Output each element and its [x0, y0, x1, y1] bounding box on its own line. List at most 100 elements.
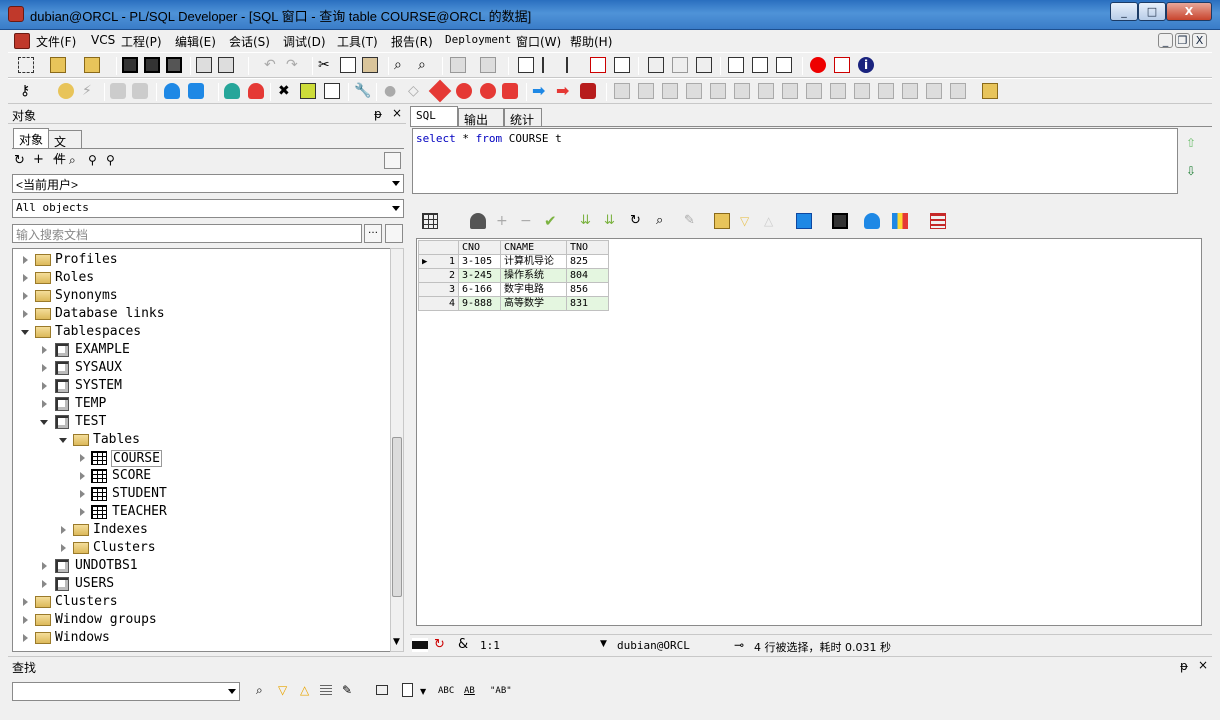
table-row[interactable]: ▶ 1 3-105 计算机导论 825 — [418, 254, 609, 269]
back-icon[interactable] — [450, 57, 466, 73]
export-icon[interactable] — [832, 213, 848, 229]
sql-alt-icon[interactable] — [672, 57, 688, 73]
breakpoint-icon[interactable] — [480, 83, 496, 99]
sql-db-icon[interactable] — [188, 83, 204, 99]
menu-window[interactable]: 窗口(W) — [516, 33, 561, 50]
cell-tno[interactable]: 825 — [566, 254, 609, 269]
find-next-icon[interactable]: ▽ — [278, 683, 287, 697]
menu-reports[interactable]: 报告(R) — [391, 33, 433, 50]
user-combo[interactable]: <当前用户> — [12, 174, 404, 193]
step-right-icon[interactable]: ➡ — [532, 83, 548, 99]
print-icon[interactable] — [196, 57, 212, 73]
info-icon[interactable]: i — [858, 57, 874, 73]
whole-word-toggle[interactable]: AB — [464, 686, 475, 696]
pdf-icon[interactable] — [834, 57, 850, 73]
eraser-icon[interactable]: ✎ — [342, 683, 352, 697]
comment-icon[interactable] — [590, 57, 606, 73]
sql-editor[interactable]: select * from COURSE t — [412, 128, 1178, 194]
table-row[interactable]: 3 6-166 数字电路 856 — [418, 282, 609, 297]
tab-sql[interactable]: SQL — [410, 106, 458, 126]
minimize-button[interactable]: _ — [1110, 2, 1138, 21]
column-header-cno[interactable]: CNO — [458, 240, 501, 255]
search-options-button[interactable]: … — [364, 224, 382, 243]
menu-help[interactable]: 帮助(H) — [570, 33, 612, 50]
conn-dropdown-icon[interactable]: ▼ — [600, 639, 607, 649]
find-doc-icon[interactable] — [402, 683, 413, 697]
key-icon[interactable]: ⚷ — [20, 83, 36, 99]
wrench-icon[interactable]: 🔧 — [354, 83, 371, 99]
sql-icon[interactable] — [648, 57, 664, 73]
grid-db-icon[interactable] — [864, 213, 880, 229]
refresh-query-icon[interactable]: ↻ — [630, 213, 646, 229]
tile-icon[interactable] — [752, 57, 768, 73]
scroll-down-icon[interactable]: ▼ — [393, 637, 400, 647]
pin-icon[interactable]: ᵽ — [374, 107, 382, 121]
cell-cno[interactable]: 3-105 — [458, 254, 501, 269]
find-icon[interactable]: ⌕ — [394, 57, 410, 73]
redo-icon[interactable]: ↷ — [286, 57, 302, 73]
cell-cname[interactable]: 计算机导论 — [500, 254, 567, 269]
grid-view-icon[interactable] — [422, 213, 438, 229]
panel-close-icon[interactable]: × — [392, 106, 402, 120]
connect-icon[interactable] — [224, 83, 240, 99]
find-close-icon[interactable]: × — [1198, 658, 1208, 672]
disconnect-icon[interactable] — [248, 83, 264, 99]
cell-cname[interactable]: 操作系统 — [500, 268, 567, 283]
save-all-icon[interactable] — [166, 57, 182, 73]
query-by-example-icon[interactable] — [714, 213, 730, 229]
tab-files[interactable]: 文件 — [48, 130, 82, 166]
result-grid[interactable]: CNO CNAME TNO ▶ 1 3-105 计算机导论 825 2 3-245… — [416, 238, 1202, 626]
windows-icon[interactable] — [728, 57, 744, 73]
table-export-icon[interactable] — [930, 213, 946, 229]
mdi-restore-button[interactable]: ❐ — [1175, 33, 1190, 48]
open-icon[interactable] — [50, 57, 66, 73]
connection-label[interactable]: dubian@ORCL — [617, 639, 690, 652]
menu-file[interactable]: 文件(F) — [36, 33, 76, 50]
report-icon[interactable] — [300, 83, 316, 99]
oracle-icon[interactable] — [810, 57, 826, 73]
column-header-cname[interactable]: CNAME — [500, 240, 567, 255]
edit-break-icon[interactable] — [502, 83, 518, 99]
remove-icon[interactable]: − — [52, 152, 63, 167]
add-icon[interactable]: + — [33, 152, 44, 167]
search-doc-button[interactable] — [385, 224, 403, 243]
menu-edit[interactable]: 编辑(E) — [175, 33, 216, 50]
single-record-icon[interactable] — [796, 213, 812, 229]
menu-vcs[interactable]: VCS — [91, 33, 115, 47]
cell-cno[interactable]: 9-888 — [458, 296, 501, 311]
object-filter-combo[interactable]: All objects — [12, 199, 404, 218]
tab-output[interactable]: 输出 — [458, 108, 504, 127]
replace-icon[interactable]: ⌕ — [418, 57, 434, 73]
db-icon[interactable] — [164, 83, 180, 99]
unindent-icon[interactable] — [566, 57, 582, 73]
doc-icon-2[interactable] — [324, 83, 340, 99]
undo-icon[interactable]: ↶ — [264, 57, 280, 73]
column-header-tno[interactable]: TNO — [566, 240, 609, 255]
find-window-icon[interactable] — [376, 685, 388, 695]
fetch-next-icon[interactable]: ⇊ — [580, 213, 596, 229]
menu-project[interactable]: 工程(P) — [121, 33, 162, 50]
match-case-toggle[interactable]: ABC — [438, 686, 454, 696]
scroll-down-arrow-icon[interactable]: ⇩ — [1186, 164, 1196, 178]
check-doc-icon[interactable] — [518, 57, 534, 73]
tab-objects[interactable]: 对象 — [13, 128, 49, 148]
tools-icon[interactable]: ✖ — [278, 83, 294, 99]
mdi-minimize-button[interactable]: _ — [1158, 33, 1173, 48]
menu-session[interactable]: 会话(S) — [229, 33, 270, 50]
execute-status-icon[interactable]: ↻ — [434, 637, 445, 652]
filter-edit-icon[interactable]: ⚲ — [106, 153, 115, 167]
mdi-close-button[interactable]: X — [1192, 33, 1207, 48]
paste-icon[interactable] — [362, 57, 378, 73]
search-input[interactable]: 输入搜索文档 — [12, 224, 362, 243]
find-pin-icon[interactable]: ᵽ — [1180, 659, 1188, 673]
find-binoculars-icon[interactable]: ⌕ — [256, 683, 263, 698]
find-text-combo[interactable] — [12, 682, 240, 701]
fetch-last-icon[interactable]: ⇊ — [604, 213, 620, 229]
cell-cname[interactable]: 数字电路 — [500, 282, 567, 297]
filter-icon[interactable]: ⚲ — [88, 153, 97, 167]
tree-scrollbar[interactable]: ▼ — [390, 248, 404, 652]
regex-toggle[interactable]: "AB" — [490, 686, 512, 696]
menu-tools[interactable]: 工具(T) — [337, 33, 378, 50]
cell-cno[interactable]: 3-245 — [458, 268, 501, 283]
find-doc-dropdown-icon[interactable]: ▼ — [420, 687, 426, 696]
